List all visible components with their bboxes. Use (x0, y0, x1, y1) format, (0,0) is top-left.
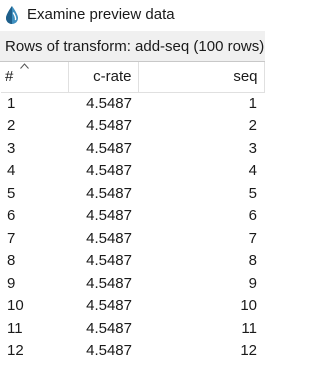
c-rate-cell: 4.5487 (86, 117, 132, 135)
c-rate-cell: 4.5487 (86, 342, 132, 360)
column-header-index[interactable]: # (1, 62, 69, 93)
seq-cell: 4 (248, 162, 257, 180)
seq-cell: 11 (241, 319, 257, 337)
column-header-c-rate[interactable]: c-rate (68, 62, 139, 93)
c-rate-cell: 4.5487 (86, 207, 132, 225)
table-row[interactable]: 10 4.5487 10 (1, 295, 264, 318)
column-header-label: # (5, 68, 14, 86)
c-rate-cell: 4.5487 (86, 95, 132, 112)
row-index-cell: 7 (7, 229, 16, 247)
row-index-cell: 12 (7, 342, 24, 360)
row-index-cell: 2 (7, 117, 16, 135)
seq-cell: 10 (240, 297, 257, 315)
table-row[interactable]: 12 4.5487 12 (1, 340, 264, 363)
c-rate-cell: 4.5487 (86, 297, 132, 315)
c-rate-cell: 4.5487 (86, 139, 132, 157)
seq-cell: 5 (248, 184, 257, 202)
seq-cell: 1 (248, 95, 257, 112)
row-index-cell: 6 (7, 207, 16, 225)
seq-cell: 2 (248, 117, 257, 135)
row-index-cell: 10 (7, 297, 24, 315)
column-header-label: seq (233, 68, 258, 86)
table-row[interactable]: 5 4.5487 5 (1, 182, 264, 205)
table-row[interactable]: 9 4.5487 9 (1, 272, 264, 295)
rows-summary-label: Rows of transform: add-seq (100 rows) (5, 38, 265, 55)
c-rate-cell: 4.5487 (86, 184, 132, 202)
column-header-label: c-rate (93, 68, 132, 86)
table-row[interactable]: 2 4.5487 2 (1, 115, 264, 138)
window-titlebar: Examine preview data (0, 0, 265, 31)
c-rate-cell: 4.5487 (86, 274, 132, 292)
table-header-row: # c-rate seq (1, 62, 265, 93)
seq-cell: 12 (240, 342, 257, 360)
sort-ascending-icon (20, 63, 29, 69)
row-index-cell: 9 (7, 274, 16, 292)
c-rate-cell: 4.5487 (86, 162, 132, 180)
row-index-cell: 4 (7, 162, 16, 180)
table-row[interactable]: 11 4.5487 11 (1, 317, 264, 340)
table-body: 1 4.5487 1 2 4.5487 2 3 4.5487 3 4 4.548… (1, 92, 264, 362)
seq-cell: 7 (248, 229, 257, 247)
table-row[interactable]: 3 4.5487 3 (1, 137, 264, 160)
droplet-icon (6, 6, 18, 24)
c-rate-cell: 4.5487 (86, 319, 132, 337)
preview-subheader: Rows of transform: add-seq (100 rows) (0, 31, 265, 62)
row-index-cell: 3 (7, 139, 16, 157)
window-title: Examine preview data (27, 6, 175, 23)
row-index-cell: 8 (7, 252, 16, 270)
table-row[interactable]: 6 4.5487 6 (1, 205, 264, 228)
preview-table: # c-rate seq 1 4.5487 1 2 4.5487 2 3 4.5… (1, 62, 265, 362)
c-rate-cell: 4.5487 (86, 229, 132, 247)
table-row[interactable]: 4 4.5487 4 (1, 160, 264, 183)
column-header-seq[interactable]: seq (138, 62, 265, 93)
row-index-cell: 5 (7, 184, 16, 202)
table-row[interactable]: 1 4.5487 1 (1, 92, 264, 115)
seq-cell: 3 (248, 139, 257, 157)
seq-cell: 9 (248, 274, 257, 292)
preview-table-area: # c-rate seq 1 4.5487 1 2 4.5487 2 3 4.5… (0, 62, 265, 378)
seq-cell: 6 (248, 207, 257, 225)
table-row[interactable]: 7 4.5487 7 (1, 227, 264, 250)
table-row[interactable]: 8 4.5487 8 (1, 250, 264, 273)
row-index-cell: 11 (7, 319, 23, 337)
c-rate-cell: 4.5487 (86, 252, 132, 270)
seq-cell: 8 (248, 252, 257, 270)
row-index-cell: 1 (7, 95, 16, 112)
